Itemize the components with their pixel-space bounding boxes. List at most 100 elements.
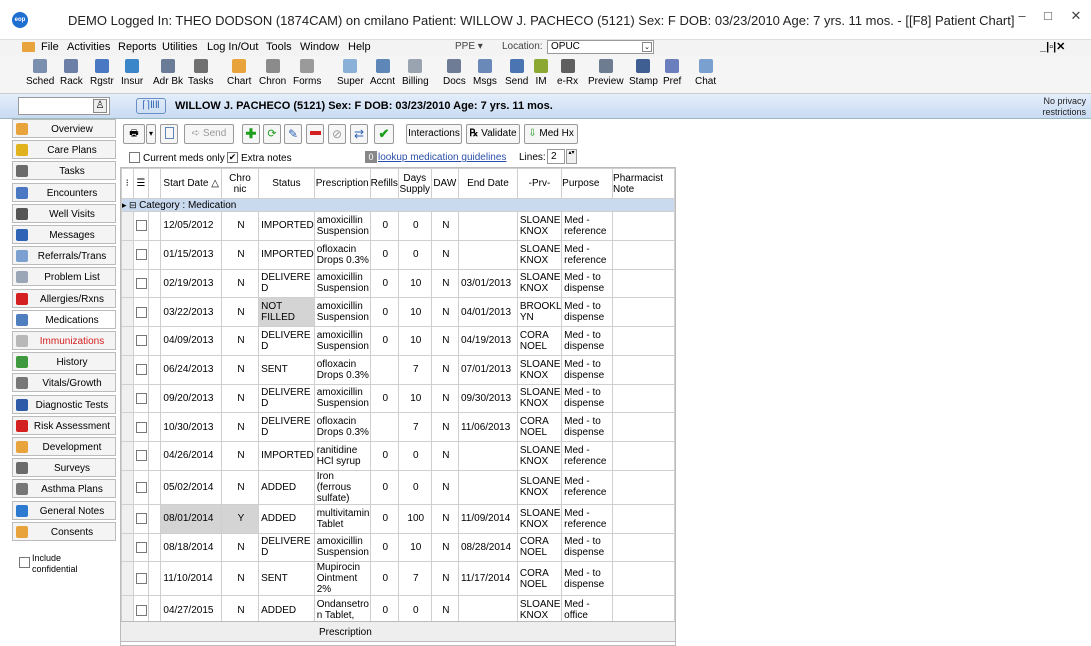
patient-search-input[interactable]: ♙ — [18, 97, 110, 115]
toolbar-e-rx-button[interactable]: e-Rx — [557, 59, 578, 87]
sidebar-item-allergies-rxns[interactable]: Allergies/Rxns — [12, 288, 116, 308]
send-button[interactable]: ➪ Send — [184, 124, 234, 144]
status-header[interactable]: Status — [258, 168, 315, 199]
table-row[interactable]: 01/15/2013 N IMPORTED ofloxacin Drops 0.3% 0… — [121, 239, 675, 270]
table-row[interactable]: 03/22/2013 N NOT FILLED amoxicillin Suspens… — [121, 297, 675, 327]
row-select-cell[interactable] — [132, 239, 150, 270]
med-hx-button[interactable]: ⇩ Med Hx — [524, 124, 578, 144]
row-select-cell[interactable] — [132, 297, 150, 327]
chronic-header[interactable]: Chro nic — [220, 168, 260, 199]
discontinue-button[interactable]: ⊘ — [328, 124, 346, 144]
provider-header[interactable]: -Prv- — [516, 168, 563, 199]
menu-reports[interactable]: Reports — [118, 41, 157, 53]
table-row[interactable]: 12/05/2012 N IMPORTED amoxicillin Suspensio… — [121, 211, 675, 241]
category-cell[interactable]: ▸ ⊟ Category : Medication — [121, 198, 675, 212]
menu-login-logout[interactable]: Log In/Out — [207, 41, 258, 53]
row-checkbox[interactable] — [136, 392, 148, 404]
row-select-cell[interactable] — [132, 503, 150, 534]
toolbar-im-button[interactable]: IM — [534, 59, 548, 87]
sidebar-item-care-plans[interactable]: Care Plans — [12, 140, 116, 160]
sidebar-item-general-notes[interactable]: General Notes — [12, 500, 116, 520]
sidebar-item-surveys[interactable]: Surveys — [12, 458, 116, 478]
sidebar-item-well-visits[interactable]: Well Visits — [12, 203, 116, 223]
sidebar-item-medications[interactable]: Medications — [12, 309, 116, 329]
sidebar-item-immunizations[interactable]: Immunizations — [12, 331, 116, 350]
sidebar-item-overview[interactable]: Overview — [12, 119, 116, 138]
table-row[interactable]: 04/26/2014 N IMPORTED ranitidine HCl syrup 0… — [121, 441, 675, 471]
row-checkbox[interactable] — [136, 541, 148, 553]
row-checkbox[interactable] — [136, 573, 148, 585]
table-row[interactable]: 10/30/2013 N DELIVERE Dofloxacin Drops 0.3… — [121, 412, 675, 442]
row-select-cell[interactable] — [132, 211, 150, 241]
sidebar-item-referrals-trans[interactable]: Referrals/Trans — [12, 246, 116, 266]
sidebar-item-tasks[interactable]: Tasks — [12, 161, 116, 181]
row-select-cell[interactable] — [132, 412, 150, 442]
row-checkbox[interactable] — [136, 481, 148, 493]
row-checkbox[interactable] — [136, 513, 148, 525]
lines-spinner[interactable]: ▴▾ — [566, 149, 577, 164]
toolbar-billing-button[interactable]: Billing — [402, 59, 429, 87]
table-row[interactable]: 06/24/2013 N SENT ofloxacin Drops 0.3% 7 N 07/… — [121, 354, 675, 385]
toolbar-docs-button[interactable]: Docs — [443, 59, 466, 87]
select-col[interactable]: ☰ — [132, 168, 150, 199]
toolbar-chart-button[interactable]: Chart — [227, 59, 251, 87]
row-checkbox[interactable] — [136, 364, 148, 376]
toolbar-adr-bk-button[interactable]: Adr Bk — [153, 59, 183, 87]
sidebar-item-vitals-growth[interactable]: Vitals/Growth — [12, 373, 116, 393]
sidebar-item-messages[interactable]: Messages — [12, 225, 116, 244]
toolbar-chron-button[interactable]: Chron — [259, 59, 286, 87]
row-select-cell[interactable] — [132, 383, 150, 414]
close-button[interactable]: ✕ — [1062, 6, 1090, 26]
edit-button[interactable]: ✎ — [284, 124, 302, 144]
toolbar-rack-button[interactable]: Rack — [60, 59, 83, 87]
toolbar-sched-button[interactable]: Sched — [26, 59, 54, 87]
daw-header[interactable]: DAW — [430, 168, 459, 199]
sidebar-item-diagnostic-tests[interactable]: Diagnostic Tests — [12, 394, 116, 414]
table-row[interactable]: 05/02/2014 N ADDED Iron (ferrous sulfate) 0 0… — [121, 469, 675, 505]
print-button[interactable]: 🖶 — [123, 124, 145, 144]
approve-button[interactable]: ✔ — [374, 124, 394, 144]
list-filter-icon[interactable]: ☰ — [136, 178, 145, 189]
row-select-cell[interactable] — [132, 469, 150, 505]
menu-utilities[interactable]: Utilities — [162, 41, 197, 53]
row-select-cell[interactable] — [132, 326, 150, 356]
row-checkbox[interactable] — [136, 450, 148, 462]
row-checkbox[interactable] — [136, 421, 148, 433]
table-row[interactable]: 02/19/2013 N DELIVERE Damoxicillin Suspens… — [121, 268, 675, 299]
toolbar-super-button[interactable]: Super — [337, 59, 364, 87]
row-checkbox[interactable] — [136, 249, 148, 261]
lookup-guidelines-link[interactable]: lookup medication guidelines — [378, 152, 506, 163]
collapse-icon[interactable]: ▸ ⊟ — [123, 200, 140, 210]
toolbar-chat-button[interactable]: Chat — [695, 59, 716, 87]
edit-note-button[interactable] — [160, 124, 178, 144]
include-confidential-checkbox[interactable] — [19, 557, 30, 568]
toolbar-msgs-button[interactable]: Msgs — [473, 59, 497, 87]
lines-input[interactable]: 2 — [547, 149, 565, 164]
column-chooser-icon[interactable]: ⁝ — [126, 178, 129, 189]
row-select-cell[interactable] — [132, 441, 150, 471]
row-select-cell[interactable] — [132, 561, 150, 597]
print-dropdown-button[interactable]: ▾ — [146, 124, 156, 144]
sidebar-item-history[interactable]: History — [12, 352, 116, 372]
renew-button[interactable]: ⟳ — [263, 124, 281, 144]
table-row[interactable]: 08/01/2014 Y ADDED multivitamin Tablet 0 100 N… — [121, 503, 675, 534]
validate-button[interactable]: ℞ Validate — [466, 124, 520, 144]
mdi-window-controls[interactable]: _|▫|✕ — [1040, 40, 1065, 53]
location-select[interactable]: OPUC ⌄ — [547, 40, 654, 54]
toolbar-send-button[interactable]: Send — [505, 59, 528, 87]
menu-window[interactable]: Window — [300, 41, 339, 53]
add-medication-button[interactable]: ✚ — [242, 124, 260, 144]
toolbar-stamp-button[interactable]: Stamp — [629, 59, 658, 87]
toolbar-pref-button[interactable]: Pref — [663, 59, 681, 87]
row-checkbox[interactable] — [136, 306, 148, 318]
row-checkbox[interactable] — [136, 604, 148, 616]
toolbar-accnt-button[interactable]: Accnt — [370, 59, 395, 87]
row-checkbox[interactable] — [136, 277, 148, 289]
row-checkbox[interactable] — [136, 220, 148, 232]
sidebar-item-risk-assessment[interactable]: Risk Assessment — [12, 415, 116, 435]
toolbar-rgstr-button[interactable]: Rgstr — [90, 59, 114, 87]
end-date-header[interactable]: End Date — [457, 168, 518, 199]
menu-activities[interactable]: Activities — [67, 41, 110, 53]
toolbar-tasks-button[interactable]: Tasks — [188, 59, 214, 87]
toolbar-insur-button[interactable]: Insur — [121, 59, 143, 87]
